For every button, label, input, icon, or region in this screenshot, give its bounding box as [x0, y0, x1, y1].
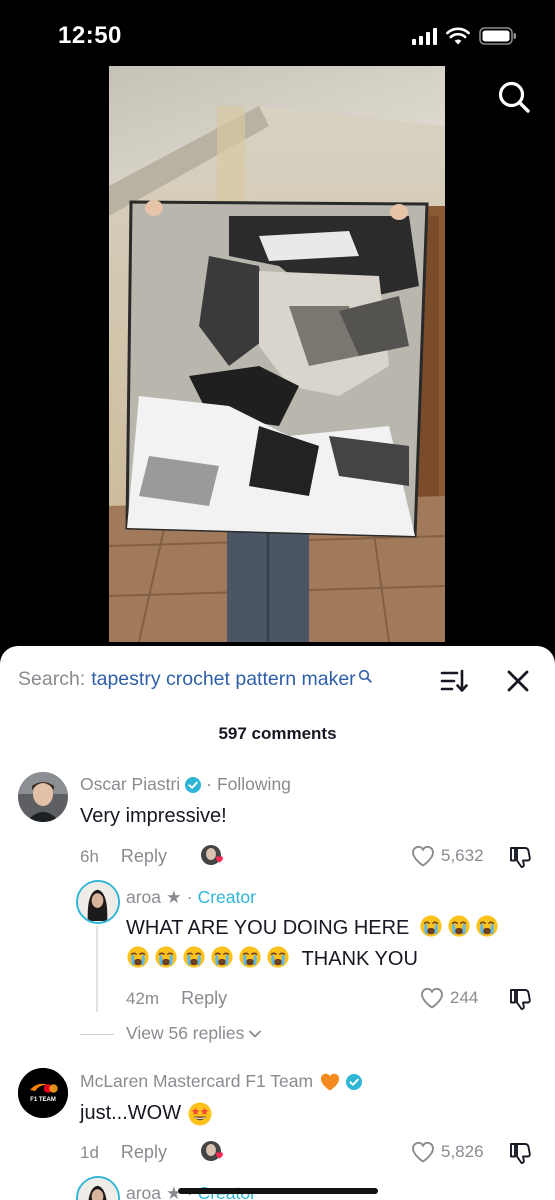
status-bar: 12:50: [0, 0, 555, 70]
profile-photo-icon: [78, 882, 117, 921]
cellular-signal-icon: [412, 27, 437, 45]
svg-text:F1 TEAM: F1 TEAM: [30, 1097, 56, 1103]
crying-emoji-icon: [475, 914, 499, 938]
view-replies-label: View 56 replies: [126, 1023, 245, 1043]
reply-button[interactable]: Reply: [121, 1142, 167, 1163]
view-replies-button[interactable]: View 56 replies: [126, 1023, 262, 1044]
crying-emoji-icon: [126, 945, 150, 969]
relation-label: Following: [216, 774, 291, 794]
heart-icon: [421, 987, 443, 1009]
crying-emoji-icon: [447, 914, 471, 938]
avatar[interactable]: F1 TEAM: [18, 1068, 68, 1118]
reply-button[interactable]: Reply: [181, 988, 227, 1009]
close-icon[interactable]: [505, 668, 531, 694]
creator-liked-avatar-icon: [201, 1141, 223, 1161]
crying-emoji-group: [419, 914, 503, 939]
creator-liked-avatar-icon: [201, 845, 223, 865]
comment-author[interactable]: Oscar Piastri: [80, 774, 180, 795]
crying-emoji-icon: [210, 945, 234, 969]
comment-count: 597 comments: [218, 724, 337, 743]
search-icon[interactable]: [497, 80, 531, 114]
search-mini-icon: [358, 669, 372, 683]
video-frame-image: [109, 66, 445, 642]
dislike-icon[interactable]: [508, 845, 532, 869]
crying-emoji-group: [126, 945, 294, 970]
comment-meta: 1d Reply: [80, 1142, 167, 1163]
comment-search-suggestion[interactable]: Search: tapestry crochet pattern maker: [18, 668, 372, 691]
like-button[interactable]: 244: [420, 987, 478, 1009]
avatar[interactable]: [76, 1176, 120, 1200]
verified-badge-icon: [346, 1073, 363, 1090]
like-count: 5,632: [441, 846, 484, 865]
separator-dot: ·: [186, 887, 193, 907]
heart-icon: [412, 1141, 434, 1163]
like-count: 244: [450, 988, 479, 1007]
sort-icon[interactable]: [440, 668, 468, 694]
video-player[interactable]: [109, 66, 445, 642]
reply-author[interactable]: aroa: [126, 1183, 161, 1200]
crying-emoji-icon: [419, 914, 443, 938]
crying-emoji-icon: [238, 945, 262, 969]
reply-time: 42m: [126, 988, 160, 1008]
comment-text: Very impressive!: [80, 805, 227, 827]
comment-text: just...WOW: [80, 1098, 213, 1129]
status-icons: [412, 27, 517, 45]
comment-author[interactable]: McLaren Mastercard F1 Team: [80, 1071, 313, 1092]
crying-emoji-icon: [266, 945, 290, 969]
separator-dot: ·: [206, 774, 212, 794]
reply-button[interactable]: Reply: [121, 846, 167, 867]
dislike-icon[interactable]: [508, 1141, 532, 1165]
avatar[interactable]: [76, 880, 120, 924]
comment-author-line: Oscar Piastri · Following: [80, 774, 291, 795]
crying-emoji-icon: [182, 945, 206, 969]
reply-thread-line: [96, 926, 98, 1012]
like-button[interactable]: 5,826: [411, 1141, 484, 1163]
search-query-link[interactable]: tapestry crochet pattern maker: [91, 668, 355, 691]
view-replies-divider: [80, 1034, 114, 1035]
reply-meta: 42m Reply: [126, 988, 227, 1009]
dislike-icon[interactable]: [508, 987, 532, 1011]
profile-photo-icon: [18, 772, 68, 822]
creator-badge: Creator: [197, 887, 256, 907]
avatar[interactable]: [18, 772, 68, 822]
verified-badge-icon: [185, 776, 202, 793]
star-icon: ★: [166, 887, 182, 907]
comment-author-line: McLaren Mastercard F1 Team: [80, 1071, 363, 1092]
mclaren-logo-icon: F1 TEAM: [18, 1068, 68, 1118]
comment-time: 1d: [80, 1142, 99, 1162]
reply-author-line: aroa ★ · Creator: [126, 887, 256, 908]
crying-emoji-icon: [154, 945, 178, 969]
battery-icon: [479, 27, 516, 45]
reply-text-line-1: WHAT ARE YOU DOING HERE: [126, 913, 546, 944]
comment-meta: 6h Reply: [80, 846, 167, 867]
reply-text-line-2: THANK YOU: [126, 944, 546, 975]
comments-sheet: Search: tapestry crochet pattern maker 5…: [0, 646, 555, 1200]
orange-heart-icon: [321, 1073, 340, 1091]
home-indicator[interactable]: [178, 1188, 378, 1194]
star-struck-emoji-icon: [188, 1102, 212, 1125]
reply-text: WHAT ARE YOU DOING HERE THANK YOU: [126, 913, 546, 975]
like-button[interactable]: 5,632: [411, 845, 484, 867]
profile-photo-icon: [78, 1178, 117, 1200]
like-count: 5,826: [441, 1142, 484, 1161]
search-label: Search:: [18, 668, 86, 690]
reply-author[interactable]: aroa: [126, 887, 161, 908]
heart-icon: [412, 845, 434, 867]
chevron-down-icon: [249, 1030, 262, 1037]
comment-time: 6h: [80, 846, 99, 866]
wifi-icon: [446, 27, 470, 45]
status-time: 12:50: [58, 22, 122, 49]
